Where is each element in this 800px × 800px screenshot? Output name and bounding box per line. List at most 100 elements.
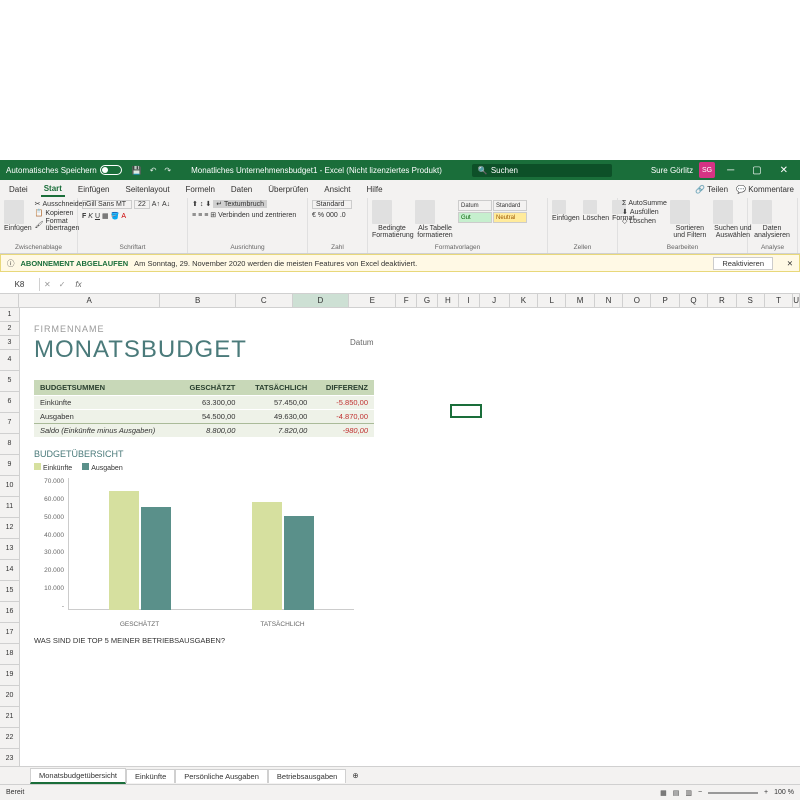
bold-icon[interactable]: F xyxy=(82,213,86,220)
select-all[interactable] xyxy=(0,294,19,307)
cut-icon[interactable]: ✂ xyxy=(35,200,41,208)
autosum-icon[interactable]: Σ xyxy=(622,200,626,207)
style-neutral[interactable]: Neutral xyxy=(493,212,527,223)
col-B[interactable]: B xyxy=(160,294,235,307)
comma-icon[interactable]: 000 xyxy=(326,212,338,219)
row-18[interactable]: 18 xyxy=(0,644,19,665)
row-4[interactable]: 4 xyxy=(0,350,19,371)
col-K[interactable]: K xyxy=(510,294,538,307)
col-Q[interactable]: Q xyxy=(680,294,708,307)
tab-ueberpruefen[interactable]: Überprüfen xyxy=(265,183,311,196)
insert-cell-icon[interactable] xyxy=(552,200,566,214)
find-icon[interactable] xyxy=(713,200,733,224)
col-N[interactable]: N xyxy=(595,294,623,307)
number-format[interactable]: Standard xyxy=(312,200,352,209)
copy-icon[interactable]: 📋 xyxy=(35,209,44,217)
user-name[interactable]: Sure Görlitz xyxy=(651,166,693,175)
col-P[interactable]: P xyxy=(651,294,679,307)
budget-table[interactable]: BUDGETSUMMENGESCHÄTZTTATSÄCHLICHDIFFEREN… xyxy=(34,380,374,437)
tab-daten[interactable]: Daten xyxy=(228,183,255,196)
formula-input[interactable] xyxy=(88,280,800,289)
fill-color-icon[interactable]: 🪣 xyxy=(111,212,120,220)
search-box[interactable]: 🔍 Suchen xyxy=(472,164,612,177)
style-standard[interactable]: Standard xyxy=(493,200,527,211)
name-box[interactable]: K8 xyxy=(0,278,40,291)
format-painter-icon[interactable]: 🖌 xyxy=(35,221,44,229)
redo-icon[interactable]: ↷ xyxy=(164,166,171,175)
italic-icon[interactable]: K xyxy=(88,213,93,220)
row-1[interactable]: 1 xyxy=(0,308,19,322)
row-20[interactable]: 20 xyxy=(0,686,19,707)
row-17[interactable]: 17 xyxy=(0,623,19,644)
tab-datei[interactable]: Datei xyxy=(6,183,31,196)
zoom-in-icon[interactable]: + xyxy=(764,789,768,796)
align-left-icon[interactable]: ≡ xyxy=(192,212,196,219)
font-name[interactable]: Gill Sans MT xyxy=(82,200,132,209)
font-shrink-icon[interactable]: A↓ xyxy=(162,201,170,208)
row-8[interactable]: 8 xyxy=(0,434,19,455)
col-D[interactable]: D xyxy=(293,294,350,307)
col-A[interactable]: A xyxy=(19,294,160,307)
tab-start[interactable]: Start xyxy=(41,182,65,197)
align-right-icon[interactable]: ≡ xyxy=(204,212,208,219)
inc-dec-icon[interactable]: .0 xyxy=(340,212,346,219)
date-label[interactable]: Datum xyxy=(350,338,374,347)
row-16[interactable]: 16 xyxy=(0,602,19,623)
zoom-level[interactable]: 100 % xyxy=(774,789,794,796)
tab-einfuegen[interactable]: Einfügen xyxy=(75,183,113,196)
undo-icon[interactable]: ↶ xyxy=(150,166,157,175)
col-F[interactable]: F xyxy=(396,294,417,307)
view-break-icon[interactable]: ▥ xyxy=(685,789,692,797)
col-G[interactable]: G xyxy=(417,294,438,307)
paste-icon[interactable] xyxy=(4,200,24,224)
row-2[interactable]: 2 xyxy=(0,322,19,336)
border-icon[interactable]: ▦ xyxy=(102,212,109,220)
fill-icon[interactable]: ⬇ xyxy=(622,208,628,216)
row-23[interactable]: 23 xyxy=(0,749,19,766)
share-button[interactable]: 🔗 Teilen xyxy=(695,185,728,194)
firm-name[interactable]: FIRMENNAME xyxy=(34,324,786,334)
reactivate-button[interactable]: Reaktivieren xyxy=(713,257,773,270)
paste-button[interactable]: Einfügen xyxy=(4,225,32,232)
tab-seitenlayout[interactable]: Seitenlayout xyxy=(123,183,173,196)
currency-icon[interactable]: € xyxy=(312,212,316,219)
row-13[interactable]: 13 xyxy=(0,539,19,560)
col-R[interactable]: R xyxy=(708,294,736,307)
col-O[interactable]: O xyxy=(623,294,651,307)
save-icon[interactable]: 💾 xyxy=(132,166,142,175)
sheet-tab-personal[interactable]: Persönliche Ausgaben xyxy=(175,769,268,783)
view-layout-icon[interactable]: ▤ xyxy=(673,789,680,797)
col-I[interactable]: I xyxy=(459,294,480,307)
toggle-icon[interactable] xyxy=(100,165,122,175)
style-date[interactable]: Datum xyxy=(458,200,492,211)
align-bot-icon[interactable]: ⬇ xyxy=(205,200,211,208)
col-S[interactable]: S xyxy=(737,294,765,307)
sheet-tab-income[interactable]: Einkünfte xyxy=(126,769,175,783)
percent-icon[interactable]: % xyxy=(318,212,324,219)
fx-icon[interactable]: fx xyxy=(69,280,87,289)
add-sheet-icon[interactable]: ⊕ xyxy=(346,769,364,782)
clear-icon[interactable]: ◇ xyxy=(622,217,627,225)
font-color-icon[interactable]: A xyxy=(121,213,126,220)
budget-chart[interactable]: -10.00020.00030.00040.00050.00060.00070.… xyxy=(34,478,354,628)
row-7[interactable]: 7 xyxy=(0,413,19,434)
sort-icon[interactable] xyxy=(670,200,690,224)
row-15[interactable]: 15 xyxy=(0,581,19,602)
col-J[interactable]: J xyxy=(480,294,510,307)
merge-button[interactable]: ⊞ Verbinden und zentrieren xyxy=(210,211,296,219)
analyze-icon[interactable] xyxy=(752,200,772,224)
col-L[interactable]: L xyxy=(538,294,566,307)
col-U[interactable]: U xyxy=(793,294,800,307)
font-size[interactable]: 22 xyxy=(134,200,150,209)
sheet-title[interactable]: MONATSBUDGET xyxy=(34,336,786,364)
row-11[interactable]: 11 xyxy=(0,497,19,518)
autosave-toggle[interactable]: Automatisches Speichern xyxy=(6,165,122,175)
col-E[interactable]: E xyxy=(349,294,396,307)
table-format-icon[interactable] xyxy=(415,200,435,224)
tab-ansicht[interactable]: Ansicht xyxy=(321,183,353,196)
row-3[interactable]: 3 xyxy=(0,336,19,350)
col-C[interactable]: C xyxy=(236,294,293,307)
row-21[interactable]: 21 xyxy=(0,707,19,728)
tab-formeln[interactable]: Formeln xyxy=(183,183,218,196)
zoom-out-icon[interactable]: − xyxy=(698,789,702,796)
